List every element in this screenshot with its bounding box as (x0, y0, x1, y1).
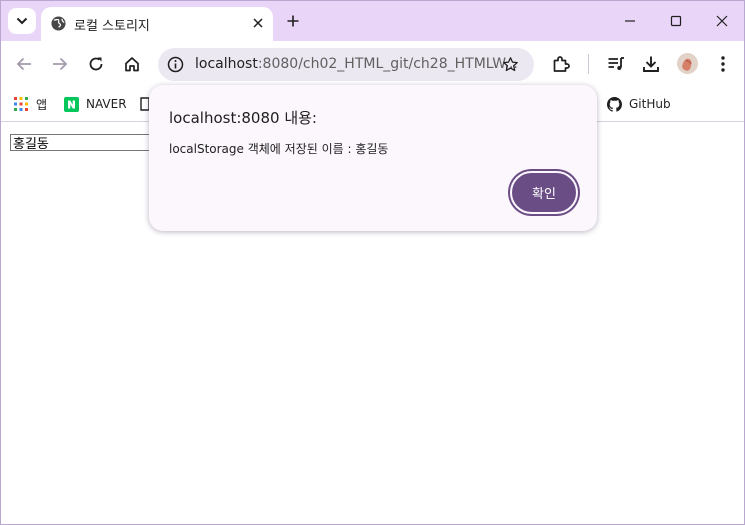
bookmark-label: NAVER (86, 97, 127, 111)
home-icon (125, 57, 139, 72)
minimize-button[interactable] (620, 11, 640, 31)
media-control-button[interactable] (604, 52, 628, 76)
home-button[interactable] (120, 52, 144, 76)
tab-close-button[interactable] (249, 14, 267, 32)
avatar[interactable] (677, 53, 698, 74)
url-path: :8080/ch02_HTML_git/ch28_HTMLW... (257, 56, 518, 72)
tab-search-button[interactable] (8, 8, 36, 34)
download-icon (643, 56, 659, 72)
name-input[interactable] (10, 134, 152, 151)
reload-button[interactable] (84, 52, 108, 76)
more-vert-icon (721, 56, 725, 72)
alert-dialog: localhost:8080 내용: localStorage 객체에 저장된 … (149, 85, 597, 231)
ok-button[interactable]: 확인 (510, 171, 578, 214)
github-icon (607, 96, 622, 112)
close-icon (716, 15, 728, 27)
bookmark-apps[interactable]: 앱 (14, 94, 47, 114)
globe-icon (51, 16, 66, 31)
info-icon (167, 56, 184, 73)
apps-grid-icon (14, 97, 28, 111)
close-icon (253, 18, 263, 28)
arrow-right-icon (53, 57, 68, 71)
menu-button[interactable] (711, 52, 735, 76)
toolbar: localhost:8080/ch02_HTML_git/ch28_HTMLW.… (1, 41, 744, 87)
url-text: localhost:8080/ch02_HTML_git/ch28_HTMLW.… (195, 56, 518, 72)
minimize-icon (625, 20, 635, 22)
star-icon (503, 57, 518, 72)
title-bar: 로컬 스토리지 (1, 1, 744, 41)
arrow-left-icon (16, 57, 31, 71)
puzzle-icon (553, 56, 570, 72)
new-tab-button[interactable] (283, 11, 303, 31)
bookmark-github[interactable]: GitHub (607, 94, 671, 114)
plus-icon (287, 15, 299, 27)
naver-icon (64, 96, 79, 112)
close-window-button[interactable] (712, 11, 732, 31)
bookmark-label: GitHub (629, 97, 671, 111)
queue-music-icon (608, 57, 624, 70)
dialog-message: localStorage 객체에 저장된 이름 : 홍길동 (169, 142, 389, 156)
maximize-icon (670, 15, 682, 27)
maximize-button[interactable] (666, 11, 686, 31)
url-host: localhost (195, 56, 258, 72)
bookmark-label: 앱 (36, 97, 48, 112)
tab-title: 로컬 스토리지 (74, 19, 150, 34)
profile-avatar-icon (677, 53, 698, 74)
back-button[interactable] (12, 52, 36, 76)
downloads-button[interactable] (639, 52, 663, 76)
active-tab[interactable]: 로컬 스토리지 (41, 7, 273, 41)
toolbar-divider (588, 54, 589, 74)
dialog-title: localhost:8080 내용: (169, 109, 317, 127)
reload-icon (89, 57, 103, 71)
forward-button[interactable] (48, 52, 72, 76)
extensions-button[interactable] (549, 52, 573, 76)
site-info-button[interactable] (165, 54, 186, 75)
browser-window: 로컬 스토리지 localhost:8080/ch02_HTML_git/ch2… (0, 0, 745, 525)
bookmark-naver[interactable]: NAVER (64, 94, 127, 114)
chevron-down-icon (16, 17, 28, 25)
bookmark-star-button[interactable] (500, 54, 521, 75)
address-bar[interactable]: localhost:8080/ch02_HTML_git/ch28_HTMLW.… (158, 48, 534, 81)
